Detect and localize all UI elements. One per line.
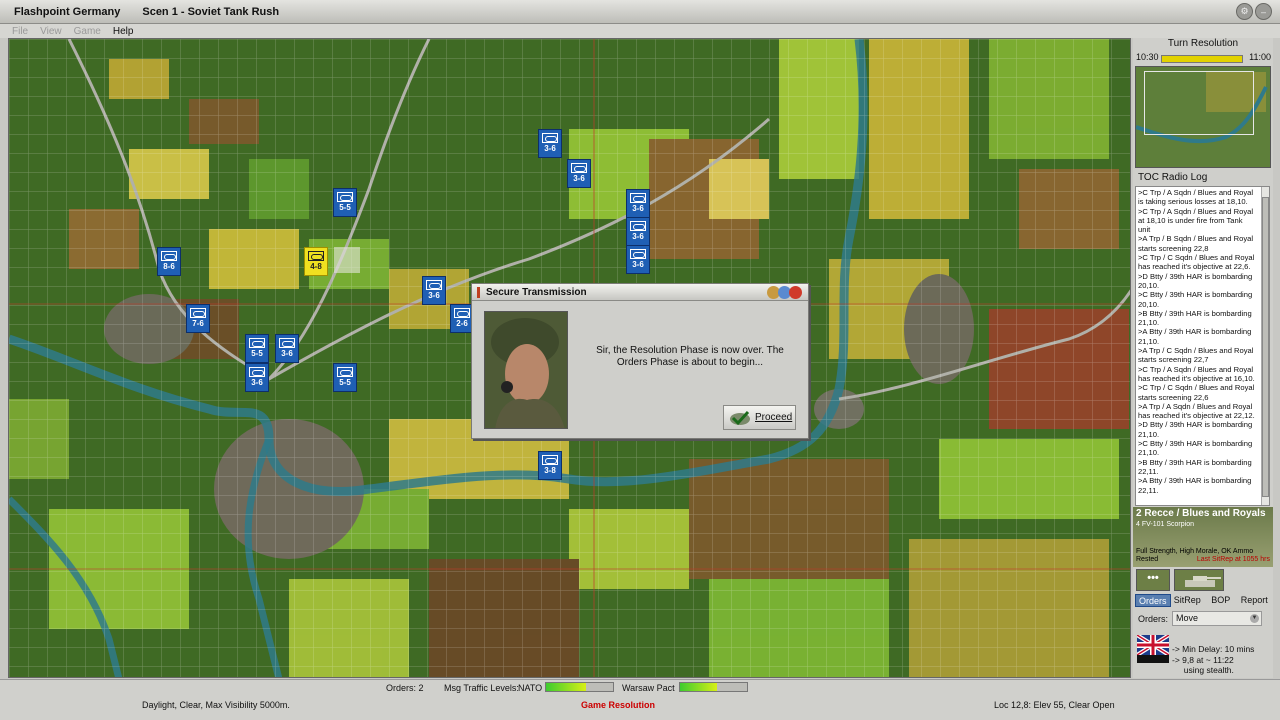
msg-traffic-label: Msg Traffic Levels: bbox=[444, 683, 519, 693]
menu-help[interactable]: Help bbox=[113, 26, 134, 37]
log-entry: >A Btty / 39th HAR is bombarding 22,11. bbox=[1138, 476, 1252, 495]
selected-unit-counter[interactable]: 4-8 bbox=[304, 247, 328, 276]
log-entry: >A Trp / C Sqdn / Blues and Royal starts… bbox=[1138, 346, 1254, 365]
menu-view[interactable]: View bbox=[40, 26, 62, 37]
turn-end-time: 11:00 bbox=[1249, 52, 1271, 62]
unit-info-panel: 2 Recce / Blues and Royals 4 FV-101 Scor… bbox=[1133, 507, 1273, 567]
unit-counter[interactable]: 3-6 bbox=[626, 217, 650, 246]
log-entry: >C Trp / A Sqdn / Blues and Royal has re… bbox=[1138, 364, 1255, 383]
settings-icon[interactable]: ⚙ bbox=[1236, 3, 1253, 20]
tab-sitrep[interactable]: SitRep bbox=[1171, 594, 1205, 607]
unit-selector: ••• bbox=[1136, 569, 1270, 593]
window-controls: ⚙ – bbox=[1236, 3, 1272, 20]
unit-counter[interactable]: 3-8 bbox=[538, 451, 562, 480]
orders-count: Orders: 2 bbox=[386, 683, 424, 693]
last-sitrep: Last SitRep at 1055 hrs bbox=[1196, 556, 1270, 563]
nato-traffic-bar bbox=[545, 682, 614, 692]
orders-label: Orders: bbox=[1138, 614, 1169, 624]
unit-counter[interactable]: 3-6 bbox=[245, 363, 269, 392]
chevron-down-icon: ▼ bbox=[1250, 614, 1259, 623]
unit-name: 2 Recce / Blues and Royals bbox=[1136, 508, 1266, 519]
log-entry: >B Btty / 39th HAR is bombarding 22,11. bbox=[1138, 457, 1252, 476]
movement-target bbox=[334, 247, 360, 273]
dialog-controls bbox=[767, 286, 802, 299]
close-icon[interactable] bbox=[789, 286, 802, 299]
side-panel: Turn Resolution 10:30 11:00 TOC Radio Lo… bbox=[1133, 38, 1273, 678]
soldier-portrait bbox=[484, 311, 568, 429]
log-entry: >A Btty / 39th HAR is bombarding 21,10. bbox=[1138, 327, 1252, 346]
tank-icon[interactable] bbox=[1174, 569, 1224, 591]
dialog-title: Secure Transmission bbox=[472, 284, 808, 301]
log-entry: >A Trp / A Sqdn / Blues and Royal has re… bbox=[1138, 401, 1255, 421]
location-text: Loc 12,8: Elev 55, Clear Open bbox=[994, 700, 1115, 710]
log-entry: >B Btty / 39th HAR is bombarding 21,10. bbox=[1138, 308, 1252, 328]
unit-counter[interactable]: 3-6 bbox=[626, 189, 650, 218]
tab-bop[interactable]: BOP bbox=[1204, 594, 1238, 607]
unit-counter[interactable]: 3-6 bbox=[567, 159, 591, 188]
unit-counter[interactable]: 3-6 bbox=[538, 129, 562, 158]
pact-label: Warsaw Pact bbox=[622, 683, 675, 693]
minimap[interactable] bbox=[1135, 66, 1271, 168]
unit-counter[interactable]: 5-5 bbox=[245, 334, 269, 363]
uk-flag-icon bbox=[1135, 633, 1171, 663]
radio-log-entries: >C Trp / A Sqdn / Blues and Royal is tak… bbox=[1138, 188, 1256, 495]
log-entry: >C Trp / C Sqdn / Blues and Royal starts… bbox=[1138, 383, 1255, 402]
tab-orders[interactable]: Orders bbox=[1135, 594, 1171, 607]
app-title: Flashpoint Germany bbox=[14, 5, 121, 18]
log-entry: >C Trp / A Sqdn / Blues and Royal at 18,… bbox=[1138, 206, 1254, 235]
log-entry: >D Btty / 39th HAR is bombarding 20,10. bbox=[1138, 271, 1253, 290]
radio-log[interactable]: >C Trp / A Sqdn / Blues and Royal is tak… bbox=[1135, 186, 1270, 506]
log-entry: >C Trp / C Sqdn / Blues and Royal has re… bbox=[1138, 253, 1255, 272]
more-units-button[interactable]: ••• bbox=[1136, 569, 1170, 591]
turn-progress: 10:30 11:00 bbox=[1133, 52, 1273, 65]
log-entry: >C Btty / 39th HAR is bombarding 21,10. bbox=[1138, 439, 1253, 458]
status-bar: Orders: 2 Msg Traffic Levels: NATO Warsa… bbox=[0, 679, 1280, 720]
proceed-button[interactable]: Proceed bbox=[723, 405, 796, 430]
log-scrollbar[interactable] bbox=[1261, 187, 1269, 505]
unit-counter[interactable]: 3-6 bbox=[626, 245, 650, 274]
unit-counter[interactable]: 8-6 bbox=[157, 247, 181, 276]
nato-label: NATO bbox=[518, 683, 543, 693]
unit-counter[interactable]: 7-6 bbox=[186, 304, 210, 333]
conditions-text: Daylight, Clear, Max Visibility 5000m. bbox=[142, 700, 290, 710]
menu-bar: File View Game Help bbox=[0, 24, 1280, 38]
scenario-title: Scen 1 - Soviet Tank Rush bbox=[142, 5, 280, 18]
pact-traffic-bar bbox=[679, 682, 748, 692]
unit-counter[interactable]: 3-6 bbox=[422, 276, 446, 305]
menu-file[interactable]: File bbox=[12, 26, 28, 37]
radio-log-title: TOC Radio Log bbox=[1138, 172, 1208, 183]
phase-text: Game Resolution bbox=[581, 700, 656, 710]
log-entry: >A Trp / B Sqdn / Blues and Royal starts… bbox=[1138, 234, 1254, 253]
turn-resolution-label: Turn Resolution bbox=[1167, 38, 1239, 49]
log-entry: >C Btty / 39th HAR is bombarding 20,10. bbox=[1138, 290, 1253, 309]
title-bar: Flashpoint Germany Scen 1 - Soviet Tank … bbox=[0, 0, 1280, 24]
unit-counter[interactable]: 5-5 bbox=[333, 188, 357, 217]
menu-game[interactable]: Game bbox=[74, 26, 101, 37]
log-entry: >D Btty / 39th HAR is bombarding 21,10. bbox=[1138, 420, 1253, 439]
dialog-message: Sir, the Resolution Phase is now over. T… bbox=[596, 345, 784, 368]
log-entry: >C Trp / A Sqdn / Blues and Royal is tak… bbox=[1138, 188, 1254, 207]
checkmark-icon bbox=[729, 410, 751, 426]
tab-report[interactable]: Report bbox=[1238, 594, 1272, 607]
order-details: -> Min Delay: 10 mins -> 9,8 at ~ 11:22 … bbox=[1172, 644, 1255, 675]
unit-tabs: Orders SitRep BOP Report bbox=[1135, 594, 1271, 607]
secure-transmission-dialog: Secure Transmission Sir, the Resolution … bbox=[471, 283, 809, 439]
unit-counter[interactable]: 5-5 bbox=[333, 363, 357, 392]
minimize-icon[interactable]: – bbox=[1255, 3, 1272, 20]
turn-start-time: 10:30 bbox=[1136, 52, 1159, 62]
unit-counter[interactable]: 3-6 bbox=[275, 334, 299, 363]
turn-progress-bar bbox=[1161, 55, 1243, 63]
minimap-viewport[interactable] bbox=[1144, 71, 1254, 135]
unit-equipment: 4 FV-101 Scorpion bbox=[1136, 521, 1194, 528]
orders-select[interactable]: Move ▼ bbox=[1172, 611, 1262, 626]
